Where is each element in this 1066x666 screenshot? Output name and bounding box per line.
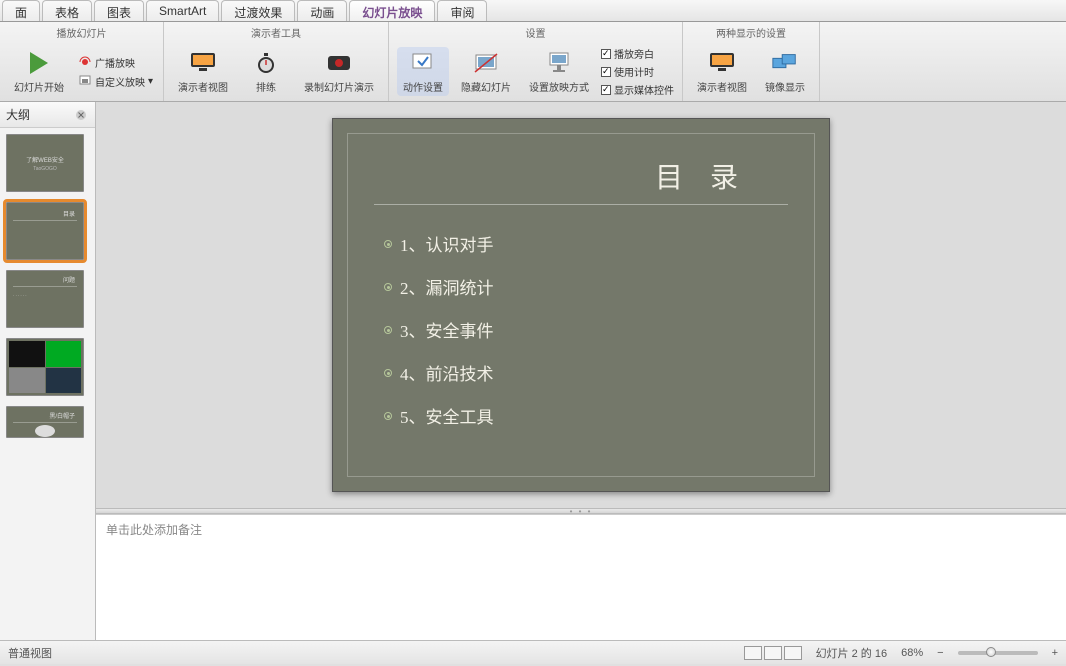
menu-tab[interactable]: SmartArt xyxy=(146,0,219,21)
notes-pane[interactable]: 单击此处添加备注 xyxy=(96,514,1066,640)
toc-item-text: 4、前沿技术 xyxy=(400,360,494,385)
zoom-in-button[interactable]: + xyxy=(1052,647,1058,659)
bullet-icon xyxy=(384,240,392,248)
slide-thumbnail[interactable]: 目录 xyxy=(6,202,84,260)
view-mode-switcher xyxy=(744,646,802,660)
ribbon-group-setup: 设置 动作设置 隐藏幻灯片 设置放映方式 播放旁白 xyxy=(389,22,683,101)
rehearse-button[interactable]: 排练 xyxy=(240,47,292,96)
timing-checkbox[interactable]: 使用计时 xyxy=(601,64,674,79)
ribbon-group-presenter-tools: 演示者工具 演示者视图 排练 录制幻灯片演示 xyxy=(164,22,389,101)
record-icon xyxy=(325,49,353,77)
stopwatch-icon xyxy=(252,49,280,77)
setup-show-button[interactable]: 设置放映方式 xyxy=(523,47,595,96)
toc-item: 1、认识对手 xyxy=(384,231,814,256)
action-icon xyxy=(409,49,437,77)
bullet-icon xyxy=(384,412,392,420)
media-controls-checkbox[interactable]: 显示媒体控件 xyxy=(601,82,674,97)
slide-counter: 幻灯片 2 的 16 xyxy=(816,645,888,661)
toc-item: 4、前沿技术 xyxy=(384,360,814,385)
close-icon[interactable] xyxy=(73,107,89,123)
presenter-view-btn2[interactable]: 演示者视图 xyxy=(691,47,753,96)
menu-tab[interactable]: 动画 xyxy=(297,0,347,21)
monitor-icon xyxy=(708,49,736,77)
thumbnail-panel: 大纲 了解WEB安全 TaoGOGO 目录 问题 · · · · · · xyxy=(0,102,96,640)
zoom-out-button[interactable]: − xyxy=(937,647,943,659)
action-settings-button[interactable]: 动作设置 xyxy=(397,47,449,96)
chevron-down-icon: ▾ xyxy=(148,76,153,87)
bullet-icon xyxy=(384,369,392,377)
ribbon: 播放幻灯片 幻灯片开始 广播放映 自定义 xyxy=(0,22,1066,102)
toc-item-text: 3、安全事件 xyxy=(400,317,494,342)
group-label: 两种显示的设置 xyxy=(691,25,811,40)
slide-thumbnail[interactable] xyxy=(6,338,84,396)
slide-title[interactable]: 目 录 xyxy=(374,134,788,205)
bullet-icon xyxy=(384,283,392,291)
record-slideshow-button[interactable]: 录制幻灯片演示 xyxy=(298,47,380,96)
ribbon-group-two-display: 两种显示的设置 演示者视图 镜像显示 xyxy=(683,22,820,101)
toc-item-text: 1、认识对手 xyxy=(400,231,494,256)
normal-view-button[interactable] xyxy=(744,646,762,660)
slideshow-view-button[interactable] xyxy=(784,646,802,660)
toc-item-text: 5、安全工具 xyxy=(400,403,494,428)
menu-tab[interactable]: 幻灯片放映 xyxy=(349,0,435,21)
dual-monitor-icon xyxy=(771,49,799,77)
broadcast-icon xyxy=(78,55,92,69)
hide-slide-button[interactable]: 隐藏幻灯片 xyxy=(455,47,517,96)
start-slideshow-button[interactable]: 幻灯片开始 xyxy=(8,47,70,96)
ribbon-group-play: 播放幻灯片 幻灯片开始 广播放映 自定义 xyxy=(0,22,164,101)
slide-stage: 目 录 1、认识对手 2、漏洞统计 3、安全事件 4、前沿技术 5、安全工具 xyxy=(96,102,1066,508)
monitor-icon xyxy=(189,49,217,77)
custom-show-icon xyxy=(78,74,92,88)
play-icon xyxy=(25,49,53,77)
toc-item-text: 2、漏洞统计 xyxy=(400,274,494,299)
toc-item: 3、安全事件 xyxy=(384,317,814,342)
outline-tab-label[interactable]: 大纲 xyxy=(6,106,30,123)
slide-editor: 目 录 1、认识对手2、漏洞统计3、安全事件4、前沿技术5、安全工具 • • •… xyxy=(96,102,1066,640)
custom-show-button[interactable]: 自定义放映 ▾ xyxy=(76,73,155,90)
slide-toc-list[interactable]: 1、认识对手 2、漏洞统计 3、安全事件 4、前沿技术 5、安全工具 xyxy=(348,205,814,428)
bullet-icon xyxy=(384,326,392,334)
status-bar: 普通视图 幻灯片 2 的 16 68% − + xyxy=(0,640,1066,664)
slide-thumbnail[interactable]: 黑/白帽子 xyxy=(6,406,84,438)
menu-tab[interactable]: 审阅 xyxy=(437,0,487,21)
thumbnail-list: 了解WEB安全 TaoGOGO 目录 问题 · · · · · · 黑/白帽子 xyxy=(0,128,95,640)
notes-placeholder: 单击此处添加备注 xyxy=(106,523,202,537)
toc-item: 2、漏洞统计 xyxy=(384,274,814,299)
sorter-view-button[interactable] xyxy=(764,646,782,660)
toc-item: 5、安全工具 xyxy=(384,403,814,428)
menu-tabs: 面表格图表SmartArt过渡效果动画幻灯片放映审阅 xyxy=(0,0,1066,22)
group-label: 播放幻灯片 xyxy=(8,25,155,40)
zoom-slider[interactable] xyxy=(958,651,1038,655)
zoom-slider-thumb[interactable] xyxy=(986,647,996,657)
broadcast-button[interactable]: 广播放映 xyxy=(76,54,155,71)
view-mode-label: 普通视图 xyxy=(8,645,52,661)
menu-tab[interactable]: 过渡效果 xyxy=(221,0,295,21)
menu-tab[interactable]: 图表 xyxy=(94,0,144,21)
slide-thumbnail[interactable]: 了解WEB安全 TaoGOGO xyxy=(6,134,84,192)
menu-tab[interactable]: 表格 xyxy=(42,0,92,21)
slide-canvas[interactable]: 目 录 1、认识对手 2、漏洞统计 3、安全事件 4、前沿技术 5、安全工具 xyxy=(332,118,830,492)
group-label: 演示者工具 xyxy=(172,25,380,40)
zoom-level: 68% xyxy=(901,647,923,659)
menu-tab[interactable]: 面 xyxy=(2,0,40,21)
slide-thumbnail[interactable]: 问题 · · · · · · xyxy=(6,270,84,328)
presenter-view-button[interactable]: 演示者视图 xyxy=(172,47,234,96)
narration-checkbox[interactable]: 播放旁白 xyxy=(601,46,674,61)
mirror-display-button[interactable]: 镜像显示 xyxy=(759,47,811,96)
workspace: 大纲 了解WEB安全 TaoGOGO 目录 问题 · · · · · · xyxy=(0,102,1066,640)
thumb-panel-header: 大纲 xyxy=(0,102,95,128)
projector-icon xyxy=(545,49,573,77)
group-label: 设置 xyxy=(397,25,674,40)
hide-slide-icon xyxy=(472,49,500,77)
